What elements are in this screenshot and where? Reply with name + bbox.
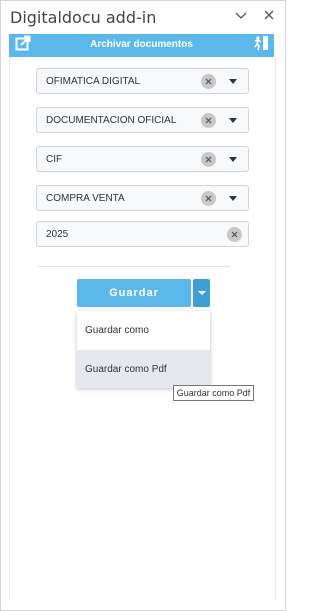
save-options-menu: Guardar como Guardar como Pdf [77, 311, 210, 388]
pane-title: Digitaldocu add-in [10, 8, 157, 27]
clear-button[interactable] [201, 113, 216, 128]
field-value: 2025 [46, 229, 69, 240]
taskpane: Digitaldocu add-in Archivar documentos O… [0, 0, 286, 611]
dropdown-arrow-icon[interactable] [229, 79, 237, 84]
close-icon [264, 7, 274, 25]
menu-item-save-as-pdf[interactable]: Guardar como Pdf [77, 350, 210, 388]
field-value: COMPRA VENTA [46, 193, 125, 204]
close-icon [205, 195, 212, 202]
collapse-button[interactable] [232, 7, 250, 25]
field-subtype[interactable]: COMPRA VENTA [36, 185, 249, 211]
dropdown-arrow-icon[interactable] [229, 118, 237, 123]
exit-button[interactable] [251, 36, 270, 55]
dropdown-arrow-icon[interactable] [229, 196, 237, 201]
save-options-button[interactable] [193, 279, 210, 307]
close-icon [231, 231, 238, 238]
close-icon [205, 156, 212, 163]
menu-item-save-as[interactable]: Guardar como [77, 311, 210, 349]
close-button[interactable] [260, 7, 278, 25]
close-icon [205, 78, 212, 85]
field-value: CIF [46, 154, 63, 165]
menu-item-label: Guardar como Pdf [85, 364, 167, 375]
tooltip: Guardar como Pdf [173, 385, 254, 401]
field-year[interactable]: 2025 [36, 221, 249, 247]
clear-button[interactable] [227, 227, 242, 242]
clear-button[interactable] [201, 74, 216, 89]
divider [37, 266, 230, 267]
menu-item-label: Guardar como [85, 325, 149, 336]
clear-button[interactable] [201, 152, 216, 167]
dropdown-arrow-icon[interactable] [229, 157, 237, 162]
save-button[interactable]: Guardar [77, 279, 191, 307]
section-header: Archivar documentos [9, 34, 274, 57]
close-icon [205, 117, 212, 124]
exit-icon [253, 35, 269, 56]
title-bar: Digitaldocu add-in [1, 1, 285, 33]
field-value: OFIMATICA DIGITAL [46, 76, 141, 87]
chevron-down-icon [197, 291, 206, 295]
field-company[interactable]: OFIMATICA DIGITAL [36, 68, 249, 94]
field-category[interactable]: DOCUMENTACION OFICIAL [36, 107, 249, 133]
clear-button[interactable] [201, 191, 216, 206]
chevron-down-icon [235, 7, 247, 25]
header-title: Archivar documentos [90, 39, 193, 50]
field-value: DOCUMENTACION OFICIAL [46, 115, 177, 126]
field-document-type[interactable]: CIF [36, 146, 249, 172]
